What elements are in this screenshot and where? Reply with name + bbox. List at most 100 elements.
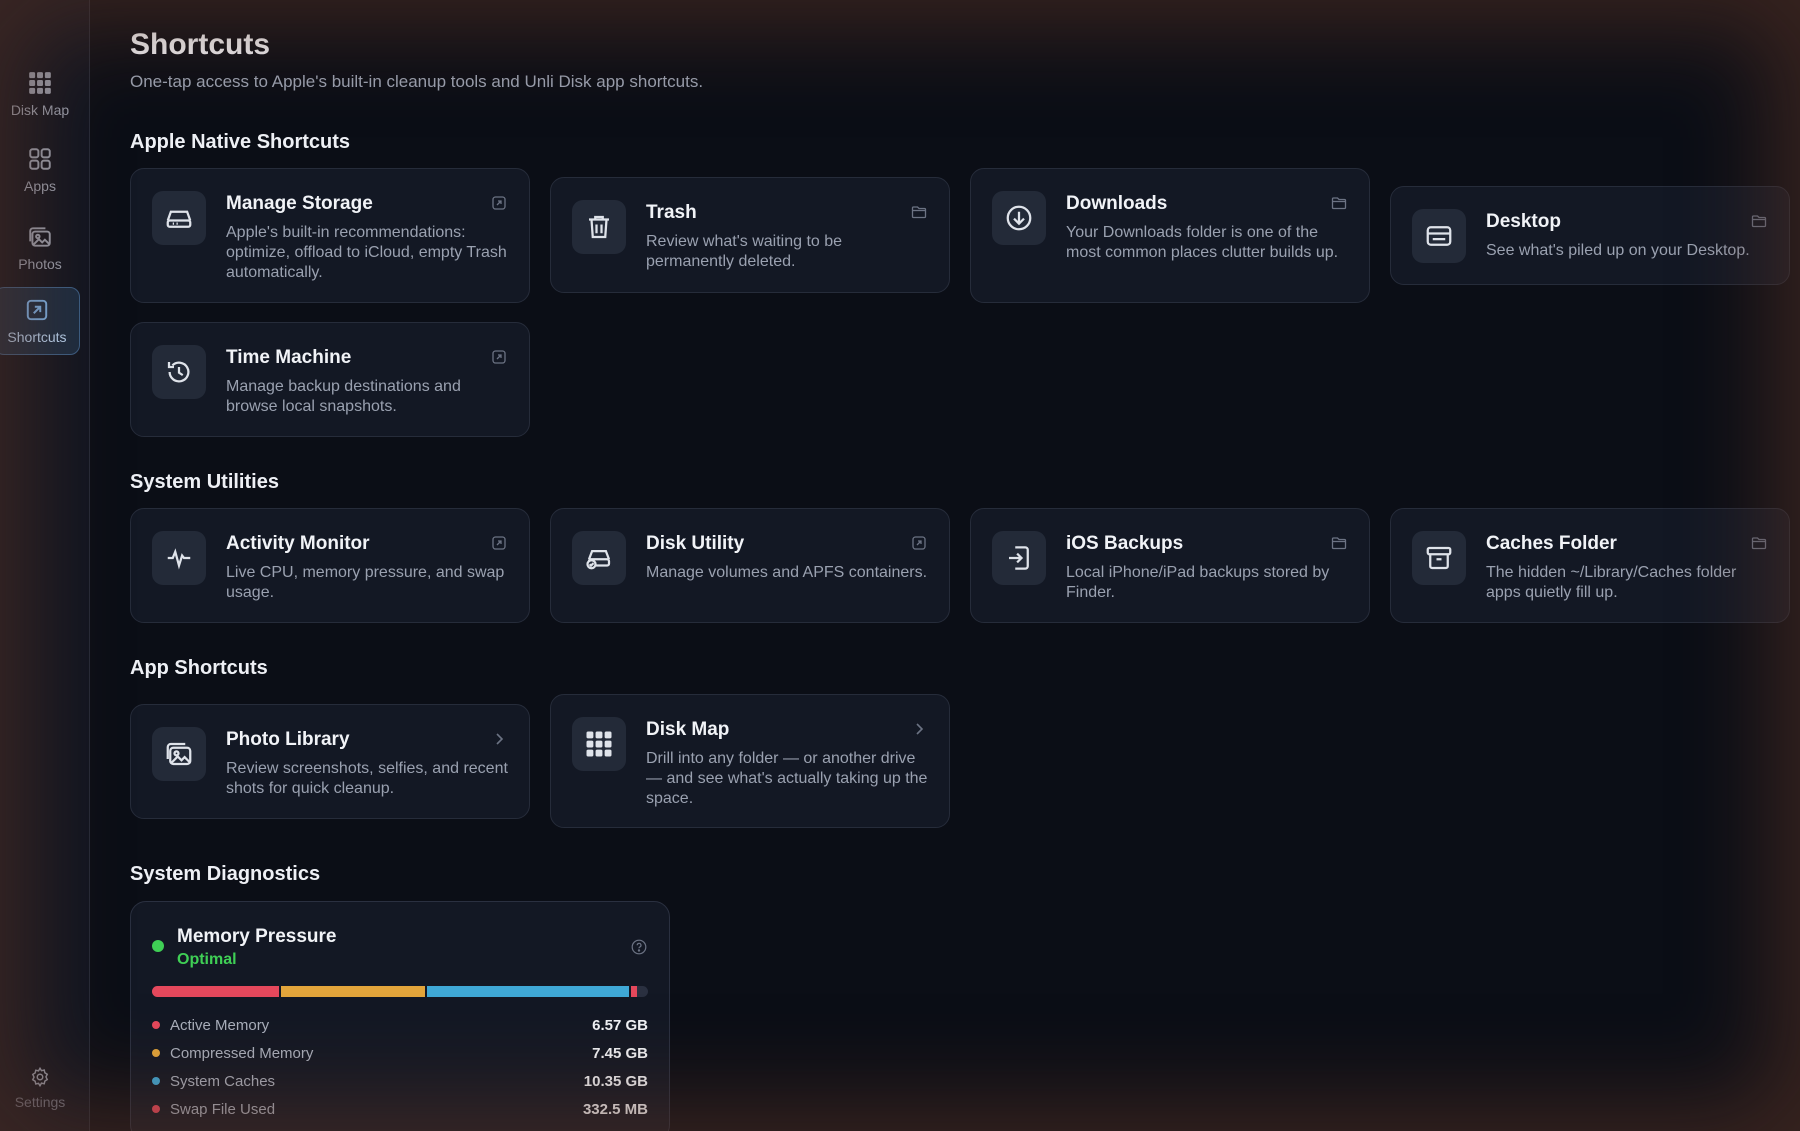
- photos-icon: [29, 227, 51, 247]
- folder-icon: [1751, 213, 1767, 229]
- sidebar-item-apps[interactable]: Apps: [0, 136, 80, 204]
- help-icon[interactable]: [631, 939, 647, 955]
- drive-icon: [166, 210, 192, 228]
- memory-bar-segment: [152, 986, 281, 997]
- section-title-app-shortcuts: App Shortcuts: [130, 657, 268, 679]
- section-title-system-diagnostics: System Diagnostics: [130, 863, 321, 885]
- card-desktop[interactable]: Desktop See what's piled up on your Desk…: [1390, 186, 1790, 285]
- legend-dot: [152, 1049, 160, 1057]
- disk-check-icon: [586, 550, 611, 570]
- legend-label: Swap File Used: [170, 1101, 276, 1118]
- legend-value: 7.45 GB: [592, 1045, 648, 1062]
- memory-legend-row: Compressed Memory 7.45 GB: [152, 1044, 648, 1064]
- card-description: The hidden ~/Library/Caches folder apps …: [1486, 564, 1737, 601]
- tile: [992, 191, 1046, 245]
- card-time-machine[interactable]: Time Machine Manage backup destinations …: [130, 322, 530, 437]
- memory-pressure-title: Memory Pressure: [177, 926, 337, 947]
- memory-legend-row: Swap File Used 332.5 MB: [152, 1100, 648, 1120]
- card-downloads[interactable]: Downloads Your Downloads folder is one o…: [970, 168, 1370, 303]
- desktop-icon: [1426, 226, 1452, 246]
- section-title-system-utilities: System Utilities: [130, 471, 279, 493]
- memory-bar-segment: [427, 986, 631, 997]
- sidebar-item-disk-map[interactable]: Disk Map: [0, 60, 80, 128]
- import-icon: [1009, 546, 1029, 570]
- time-machine-icon: [167, 361, 190, 383]
- tile: [572, 531, 626, 585]
- tile: [1412, 209, 1466, 263]
- sidebar-item-photos[interactable]: Photos: [0, 214, 80, 282]
- card-description: Manage volumes and APFS containers.: [646, 564, 928, 581]
- sidebar-item-label: Shortcuts: [7, 329, 67, 345]
- card-trash[interactable]: Trash Review what's waiting to be perman…: [550, 177, 950, 293]
- sidebar-item-label: Apps: [24, 178, 56, 194]
- card-description: Review screenshots, selfies, and recent …: [226, 760, 508, 797]
- archive-box-icon: [1426, 546, 1452, 570]
- external-link-icon: [491, 349, 507, 365]
- sidebar-item-shortcuts[interactable]: Shortcuts: [0, 287, 80, 355]
- legend-label: Compressed Memory: [170, 1045, 314, 1062]
- chevron-right-icon: [911, 721, 927, 737]
- card-description: Review what's waiting to be permanently …: [646, 233, 843, 270]
- folder-icon: [911, 204, 927, 220]
- sidebar-item-settings[interactable]: Settings: [0, 1054, 80, 1122]
- legend-label: Active Memory: [170, 1017, 270, 1034]
- page-title: Shortcuts: [130, 28, 271, 61]
- card-description: Drill into any folder — or another drive…: [646, 750, 928, 807]
- sidebar-item-label: Settings: [14, 1094, 66, 1110]
- legend-value: 10.35 GB: [583, 1073, 648, 1090]
- section-title-apple-native: Apple Native Shortcuts: [130, 131, 351, 153]
- grid-dots-icon: [586, 731, 612, 757]
- card-disk-map[interactable]: Disk Map Drill into any folder — or anot…: [550, 694, 950, 828]
- card-description: See what's piled up on your Desktop.: [1486, 242, 1750, 259]
- card-title: iOS Backups: [1066, 533, 1184, 554]
- memory-bar-segment: [630, 986, 638, 997]
- tile: [152, 531, 206, 585]
- memory-legend-row: Active Memory 6.57 GB: [152, 1016, 648, 1036]
- tile: [152, 727, 206, 781]
- card-disk-utility[interactable]: Disk Utility Manage volumes and APFS con…: [550, 508, 950, 623]
- app-grid-icon: [29, 148, 51, 170]
- card-title: Downloads: [1066, 193, 1168, 214]
- legend-value: 6.57 GB: [592, 1017, 648, 1034]
- card-title: Caches Folder: [1486, 533, 1617, 554]
- sidebar-item-label: Photos: [18, 256, 62, 272]
- card-title: Disk Map: [646, 719, 730, 740]
- card-description: Your Downloads folder is one of the most…: [1066, 224, 1339, 261]
- legend-dot: [152, 1021, 160, 1029]
- chevron-right-icon: [491, 731, 507, 747]
- tile: [152, 191, 206, 245]
- folder-icon: [1751, 535, 1767, 551]
- grid-dots-icon: [29, 72, 51, 94]
- card-title: Trash: [646, 202, 697, 223]
- card-caches-folder[interactable]: Caches Folder The hidden ~/Library/Cache…: [1390, 508, 1790, 623]
- folder-icon: [1331, 195, 1347, 211]
- trash-icon: [589, 215, 609, 239]
- legend-value: 332.5 MB: [582, 1101, 648, 1118]
- memory-legend-row: System Caches 10.35 GB: [152, 1072, 648, 1092]
- legend-dot: [152, 1077, 160, 1085]
- card-title: Manage Storage: [226, 193, 373, 214]
- tile: [1412, 531, 1466, 585]
- tile: [572, 717, 626, 771]
- tile: [152, 345, 206, 399]
- card-activity-monitor[interactable]: Activity Monitor Live CPU, memory pressu…: [130, 508, 530, 623]
- card-description: Manage backup destinations and browse lo…: [226, 378, 461, 415]
- folder-icon: [1331, 535, 1347, 551]
- pulse-icon: [167, 548, 191, 570]
- card-ios-backups[interactable]: iOS Backups Local iPhone/iPad backups st…: [970, 508, 1370, 623]
- card-photo-library[interactable]: Photo Library Review screenshots, selfie…: [130, 704, 530, 819]
- page-subtitle: One-tap access to Apple's built-in clean…: [130, 72, 704, 91]
- legend-dot: [152, 1105, 160, 1113]
- card-manage-storage[interactable]: Manage Storage Apple's built-in recommen…: [130, 168, 530, 303]
- legend-label: System Caches: [170, 1073, 276, 1090]
- card-description: Apple's built-in recommendations: optimi…: [226, 224, 507, 281]
- gear-icon: [31, 1066, 49, 1088]
- card-title: Disk Utility: [646, 533, 745, 554]
- memory-bar-segment: [280, 986, 428, 997]
- tile: [992, 531, 1046, 585]
- memory-pressure-status: Optimal: [177, 951, 237, 968]
- external-link-icon: [911, 535, 927, 551]
- card-description: Local iPhone/iPad backups stored by Find…: [1066, 564, 1330, 601]
- download-icon: [1006, 205, 1032, 231]
- external-link-icon: [491, 535, 507, 551]
